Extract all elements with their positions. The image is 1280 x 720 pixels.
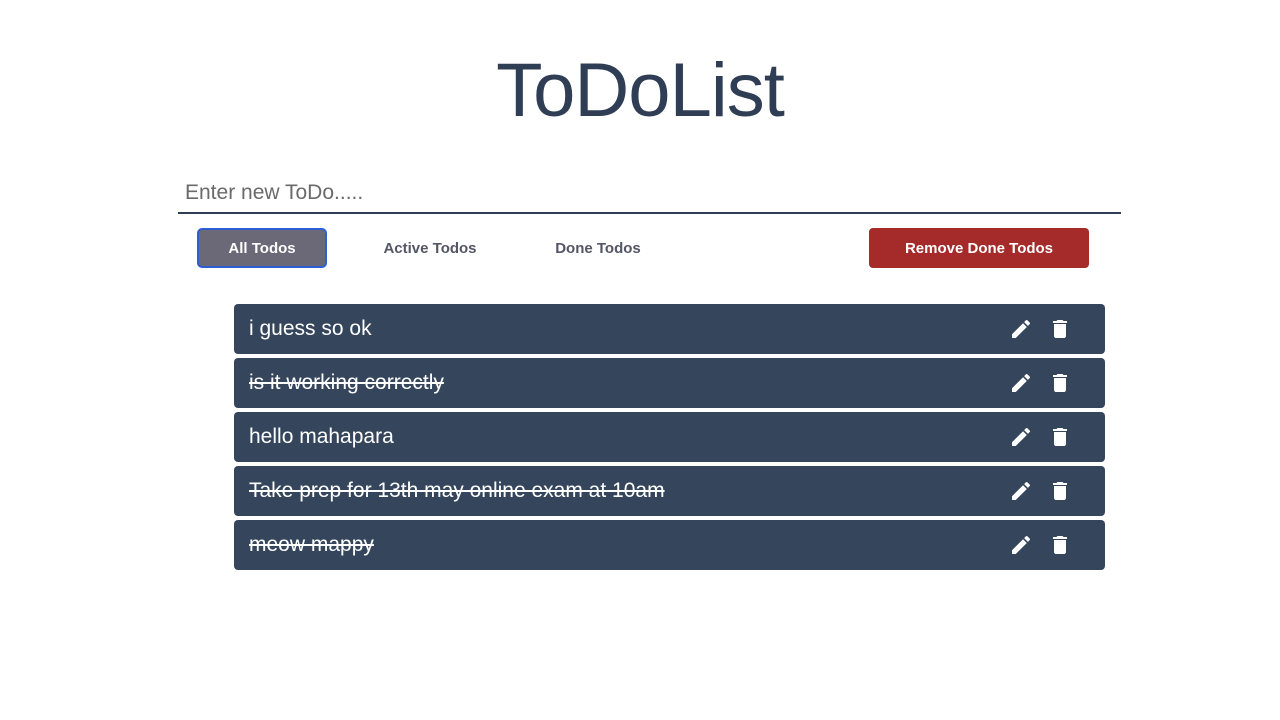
pencil-icon[interactable] [1009, 317, 1033, 341]
todo-item: Take prep for 13th may online exam at 10… [234, 466, 1105, 516]
todo-item: i guess so ok [234, 304, 1105, 354]
pencil-icon[interactable] [1009, 371, 1033, 395]
trash-icon[interactable] [1048, 425, 1072, 449]
trash-icon[interactable] [1048, 533, 1072, 557]
filter-done-button[interactable]: Done Todos [533, 228, 663, 268]
filter-all-button[interactable]: All Todos [197, 228, 327, 268]
todo-item: meow mappy [234, 520, 1105, 570]
trash-icon[interactable] [1048, 317, 1072, 341]
todo-text[interactable]: Take prep for 13th may online exam at 10… [249, 466, 665, 516]
todo-list: i guess so ok is it working correctly he… [234, 304, 1105, 574]
pencil-icon[interactable] [1009, 479, 1033, 503]
todo-text[interactable]: i guess so ok [249, 304, 372, 354]
new-todo-input[interactable] [178, 174, 1121, 212]
todo-item: hello mahapara [234, 412, 1105, 462]
filter-active-button[interactable]: Active Todos [365, 228, 495, 268]
pencil-icon[interactable] [1009, 533, 1033, 557]
remove-done-button[interactable]: Remove Done Todos [869, 228, 1089, 268]
page-title: ToDoList [496, 48, 785, 133]
todo-text[interactable]: is it working correctly [249, 358, 444, 408]
todo-app: ToDoList All Todos Active Todos Done Tod… [0, 0, 1280, 720]
todo-text[interactable]: hello mahapara [249, 412, 394, 462]
new-todo-field-wrapper [178, 174, 1121, 214]
todo-item: is it working correctly [234, 358, 1105, 408]
trash-icon[interactable] [1048, 479, 1072, 503]
pencil-icon[interactable] [1009, 425, 1033, 449]
trash-icon[interactable] [1048, 371, 1072, 395]
todo-text[interactable]: meow mappy [249, 520, 374, 570]
